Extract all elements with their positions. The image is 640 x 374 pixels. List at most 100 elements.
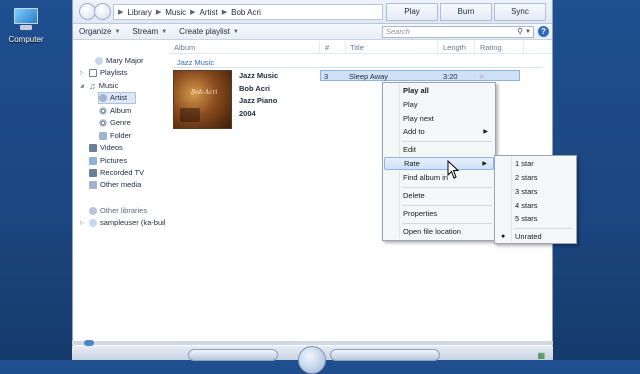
track-length: 3:20 <box>443 72 458 81</box>
col-album[interactable]: Album <box>174 43 195 52</box>
search-icon[interactable]: ⚲ <box>517 27 523 37</box>
nav-pictures-label: Pictures <box>100 156 128 165</box>
nav-other-libraries-label: Other libraries <box>100 206 148 215</box>
nav-recorded-tv-label: Recorded TV <box>100 168 145 177</box>
menu-rate-5[interactable]: 5 stars <box>496 213 575 225</box>
album-info: Jazz Music Bob Acri Jazz Piano 2004 <box>239 70 278 120</box>
album-art-title: Bob Acri <box>191 89 218 96</box>
expand-arrow-icon[interactable]: ▷ <box>80 217 86 229</box>
album-artist: Bob Acri <box>239 83 270 93</box>
track-number: 3 <box>324 72 329 81</box>
computer-label: Computer <box>8 35 44 44</box>
create-playlist-button[interactable]: Create playlist ▼ <box>179 27 239 36</box>
menu-rate-label: Rate <box>404 159 420 168</box>
breadcrumb[interactable]: ▶ Library ▶ Music ▶ Artist ▶ Bob Acri <box>113 4 383 20</box>
menu-edit[interactable]: Edit <box>384 144 494 156</box>
nav-videos[interactable]: Videos <box>89 142 123 154</box>
help-icon[interactable]: ? <box>538 26 549 37</box>
table-row[interactable]: 3 Sleep Away 3:20 ★ ★ ★ ★ ★ <box>320 70 520 81</box>
nav-artist[interactable]: Artist <box>98 92 136 104</box>
chevron-down-icon[interactable]: ▼ <box>525 27 531 37</box>
tab-play[interactable]: Play <box>386 3 438 21</box>
menu-rate-4[interactable]: 4 stars <box>496 200 575 212</box>
menu-rate-unrated[interactable]: ● Unrated <box>496 231 575 243</box>
menu-add-to-label: Add to <box>403 127 425 136</box>
breadcrumb-artist[interactable]: Artist <box>200 8 218 17</box>
next-volume-group[interactable] <box>330 349 440 361</box>
chevron-down-icon: ▼ <box>114 28 121 35</box>
menu-properties[interactable]: Properties <box>384 208 494 220</box>
collapse-arrow-icon[interactable]: ◢ <box>80 80 86 92</box>
nav-genre-label: Genre <box>110 118 131 127</box>
menu-rate-1[interactable]: 1 star <box>496 158 575 170</box>
user-icon <box>95 57 103 65</box>
nav-user[interactable]: Mary Major <box>86 55 144 67</box>
expand-arrow-icon[interactable]: ▷ <box>80 67 86 79</box>
menu-rate[interactable]: Rate ▶ <box>384 157 494 170</box>
title-bar: ▶ Library ▶ Music ▶ Artist ▶ Bob Acri Pl… <box>73 0 552 24</box>
nav-pictures[interactable]: Pictures <box>89 155 127 167</box>
col-rating[interactable]: Rating <box>480 43 502 52</box>
switch-to-now-playing-icon[interactable]: ▦ <box>537 351 545 360</box>
search-input[interactable]: Search ⚲ ▼ <box>382 26 534 38</box>
menu-rate-unrated-label: Unrated <box>515 232 542 241</box>
breadcrumb-library[interactable]: Library <box>127 8 151 17</box>
nav-sampleuser[interactable]: ▷ sampleuser (ka-buil <box>80 217 170 229</box>
pane-tabs: Play Burn Sync <box>384 3 546 21</box>
shuffle-repeat-stop-group[interactable] <box>188 349 278 361</box>
nav-folder[interactable]: Folder <box>99 130 131 142</box>
breadcrumb-music[interactable]: Music <box>165 8 186 17</box>
nav-videos-label: Videos <box>100 143 123 152</box>
nav-other-libraries[interactable]: Other libraries <box>89 205 147 217</box>
create-playlist-label: Create playlist <box>179 27 230 36</box>
album-icon <box>99 107 107 115</box>
tv-icon <box>89 169 97 177</box>
column-headers: Album # Title Length Rating <box>170 41 552 54</box>
seek-bar[interactable] <box>72 340 553 346</box>
nav-folder-label: Folder <box>110 131 132 140</box>
nav-recorded-tv[interactable]: Recorded TV <box>89 167 144 179</box>
menu-open-file-location[interactable]: Open file location <box>384 226 494 238</box>
menu-rate-3[interactable]: 3 stars <box>496 186 575 198</box>
col-title[interactable]: Title <box>350 43 364 52</box>
menu-play[interactable]: Play <box>384 99 494 111</box>
organize-button[interactable]: Organize ▼ <box>79 27 120 36</box>
nav-album[interactable]: Album <box>99 105 131 117</box>
menu-delete[interactable]: Delete <box>384 190 494 202</box>
menu-find-album[interactable]: Find album in <box>384 172 494 184</box>
group-header: Jazz Music <box>177 58 215 67</box>
nav-other-media-label: Other media <box>100 180 142 189</box>
play-button[interactable] <box>298 346 326 374</box>
playback-controls: ▦ <box>72 346 553 374</box>
col-length[interactable]: Length <box>443 43 466 52</box>
submenu-arrow-icon: ▶ <box>482 161 487 167</box>
star-icon[interactable]: ★ <box>478 73 486 81</box>
computer-desktop-icon[interactable]: Computer <box>4 8 48 44</box>
menu-play-all[interactable]: Play all <box>384 85 494 97</box>
menu-play-next[interactable]: Play next <box>384 113 494 125</box>
playlist-icon <box>89 69 97 77</box>
nav-music[interactable]: ◢ ♫ Music <box>80 80 118 92</box>
menu-rate-2[interactable]: 2 stars <box>496 172 575 184</box>
video-icon <box>89 144 97 152</box>
breadcrumb-bob-acri[interactable]: Bob Acri <box>231 8 261 17</box>
music-note-icon: ♫ <box>89 81 96 91</box>
tab-burn[interactable]: Burn <box>440 3 492 21</box>
nav-playlists[interactable]: ▷ Playlists <box>80 67 128 79</box>
col-number[interactable]: # <box>325 43 329 52</box>
stream-button[interactable]: Stream ▼ <box>132 27 167 36</box>
nav-other-media[interactable]: Other media <box>89 179 141 191</box>
picture-icon <box>89 157 97 165</box>
group-divider <box>172 67 542 68</box>
nav-genre[interactable]: Genre <box>99 117 131 129</box>
menu-add-to[interactable]: Add to ▶ <box>384 126 494 138</box>
tab-sync[interactable]: Sync <box>494 3 546 21</box>
forward-button[interactable] <box>94 3 111 20</box>
rate-submenu: 1 star 2 stars 3 stars 4 stars 5 stars ●… <box>494 155 577 244</box>
nav-artist-label: Artist <box>110 93 128 102</box>
album-art[interactable]: Bob Acri <box>173 70 232 129</box>
nav-music-label: Music <box>98 81 119 90</box>
album-year: 2004 <box>239 108 256 118</box>
selected-bullet-icon: ● <box>501 233 506 240</box>
toolbar: Organize ▼ Stream ▼ Create playlist ▼ Searc… <box>73 24 552 40</box>
